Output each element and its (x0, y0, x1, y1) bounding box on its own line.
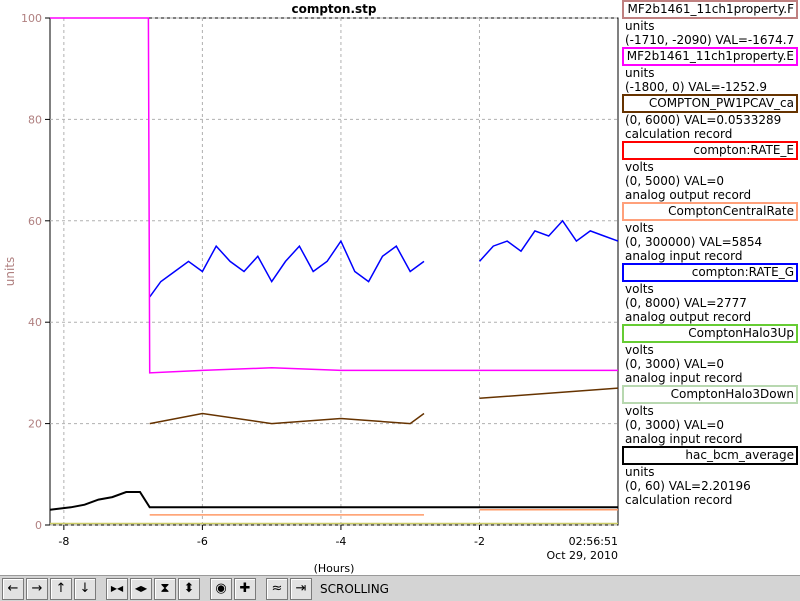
legend-item-detail: volts (625, 221, 654, 235)
y-tick-label: 20 (28, 418, 42, 431)
toolbar-buttons: ← → ↑ ↓ ▶◀ ◀▶ ⧗ ⬍ ◉ ✚ ≈ ⇥ (2, 577, 312, 600)
legend-item-detail: analog input record (625, 432, 743, 446)
reset-button[interactable]: ◉ (210, 577, 232, 600)
scroll-mode-button[interactable]: ⇥ (290, 577, 312, 600)
legend-item[interactable]: ComptonHalo3Down volts (0, 3000) VAL=0 anal… (622, 385, 800, 446)
zoom-in-horizontal-icon: ▶◀ (110, 584, 124, 593)
legend-item[interactable]: hac_bcm_average units (0, 60) VAL=2.20196 c… (622, 446, 800, 507)
legend-item-detail: (0, 3000) VAL=0 (625, 418, 725, 432)
plot-frame (49, 17, 619, 526)
legend-item-detail: units (625, 66, 655, 80)
zoom-out-vertical-button[interactable]: ⬍ (178, 577, 200, 600)
toolbar-separator (202, 578, 208, 600)
legend-item[interactable]: compton:RATE_E volts (0, 5000) VAL=0 analog… (622, 141, 800, 202)
legend-item-name[interactable]: ComptonHalo3Up (622, 324, 798, 343)
x-tick-label: -6 (197, 535, 208, 548)
arrow-up-button[interactable]: ↑ (50, 577, 72, 600)
crosshair-button[interactable]: ✚ (234, 577, 256, 600)
reset-icon: ◉ (215, 581, 227, 596)
legend-item-detail: volts (625, 343, 654, 357)
legend-item-detail: volts (625, 282, 654, 296)
legend-item-detail: analog input record (625, 371, 743, 385)
legend-item-detail: (-1800, 0) VAL=-1252.9 (625, 80, 768, 94)
legend-item-detail: calculation record (625, 127, 733, 141)
legend-item-detail: (0, 3000) VAL=0 (625, 357, 725, 371)
arrow-up-icon: ↑ (55, 581, 67, 596)
legend-item-name[interactable]: hac_bcm_average (622, 446, 798, 465)
legend-item[interactable]: MF2b1461_11ch1property.F units (-1710, -20… (622, 0, 800, 47)
arrow-down-icon: ↓ (79, 581, 91, 596)
y-tick-label: 0 (35, 519, 42, 532)
zoom-in-vertical-button[interactable]: ⧗ (154, 577, 176, 600)
legend-item[interactable]: ComptonHalo3Up volts (0, 3000) VAL=0 analog… (622, 324, 800, 385)
legend-item-name[interactable]: ComptonCentralRate (622, 202, 798, 221)
legend-item[interactable]: MF2b1461_11ch1property.E units (-1800, 0) … (622, 47, 800, 94)
y-axis-label: units (3, 257, 17, 287)
legend-item-detail: volts (625, 160, 654, 174)
legend-item-name[interactable]: compton:RATE_G (622, 263, 798, 282)
legend-item-name[interactable]: ComptonHalo3Down (622, 385, 798, 404)
arrow-down-button[interactable]: ↓ (74, 577, 96, 600)
legend-item[interactable]: ComptonCentralRate volts (0, 300000) VAL=5… (622, 202, 800, 263)
scroll-mode-icon: ⇥ (295, 581, 307, 596)
legend-item-name[interactable]: compton:RATE_E (622, 141, 798, 160)
toolbar-separator (258, 578, 264, 600)
arrow-left-icon: ← (7, 581, 19, 596)
chart-svg[interactable]: 0 20 40 60 80 100 -8 -6 -4 -2 compton.stp (Hours) un… (0, 0, 620, 575)
legend-item-detail: (0, 6000) VAL=0.0533289 (625, 113, 782, 127)
legend-item-detail: (0, 300000) VAL=5854 (625, 235, 763, 249)
chart-area[interactable]: 0 20 40 60 80 100 -8 -6 -4 -2 compton.stp (Hours) un… (0, 0, 620, 575)
legend-item[interactable]: COMPTON_PW1PCAV_ca (0, 6000) VAL=0.053328… (622, 94, 800, 141)
time-label: 02:56:51 (569, 535, 618, 548)
legend-item-detail: (0, 8000) VAL=2777 (625, 296, 747, 310)
legend-item-detail: units (625, 465, 655, 479)
toolbar: ← → ↑ ↓ ▶◀ ◀▶ ⧗ ⬍ ◉ ✚ ≈ ⇥ SCROLLING (0, 575, 800, 601)
legend-item-name[interactable]: MF2b1461_11ch1property.E (622, 47, 798, 66)
crosshair-icon: ✚ (239, 581, 251, 596)
y-tick-label: 80 (28, 113, 42, 126)
y-tick-label: 60 (28, 215, 42, 228)
legend-item-detail: calculation record (625, 493, 733, 507)
x-axis-label: (Hours) (314, 562, 355, 575)
plot-style-icon: ≈ (271, 581, 283, 596)
legend-item[interactable]: compton:RATE_G volts (0, 8000) VAL=2777 ana… (622, 263, 800, 324)
legend-item-detail: analog output record (625, 310, 752, 324)
legend-item-detail: (0, 5000) VAL=0 (625, 174, 725, 188)
legend-item-detail: units (625, 19, 655, 33)
zoom-in-vertical-icon: ⧗ (160, 581, 170, 596)
zoom-in-horizontal-button[interactable]: ▶◀ (106, 577, 128, 600)
y-tick-label: 40 (28, 316, 42, 329)
arrow-right-button[interactable]: → (26, 577, 48, 600)
toolbar-separator (98, 578, 104, 600)
arrow-right-icon: → (31, 581, 43, 596)
legend-panel: MF2b1461_11ch1property.F units (-1710, -20… (622, 0, 800, 575)
x-tick-label: -8 (58, 535, 69, 548)
zoom-out-horizontal-icon: ◀▶ (134, 584, 148, 593)
legend-item-name[interactable]: MF2b1461_11ch1property.F (622, 0, 798, 19)
x-tick-label: -2 (474, 535, 485, 548)
legend-item-name[interactable]: COMPTON_PW1PCAV_ca (622, 94, 798, 113)
toolbar-status: SCROLLING (320, 581, 389, 596)
legend-item-detail: analog output record (625, 188, 752, 202)
legend-item-detail: (-1710, -2090) VAL=-1674.7 (625, 33, 795, 47)
arrow-left-button[interactable]: ← (2, 577, 24, 600)
plot-style-button[interactable]: ≈ (266, 577, 288, 600)
legend-item-detail: volts (625, 404, 654, 418)
chart-title: compton.stp (291, 2, 376, 16)
x-tick-label: -4 (335, 535, 346, 548)
y-tick-label: 100 (21, 12, 42, 25)
legend-item-detail: analog input record (625, 249, 743, 263)
zoom-out-horizontal-button[interactable]: ◀▶ (130, 577, 152, 600)
legend-item-detail: (0, 60) VAL=2.20196 (625, 479, 751, 493)
zoom-out-vertical-icon: ⬍ (183, 581, 195, 596)
date-label: Oct 29, 2010 (547, 549, 619, 562)
